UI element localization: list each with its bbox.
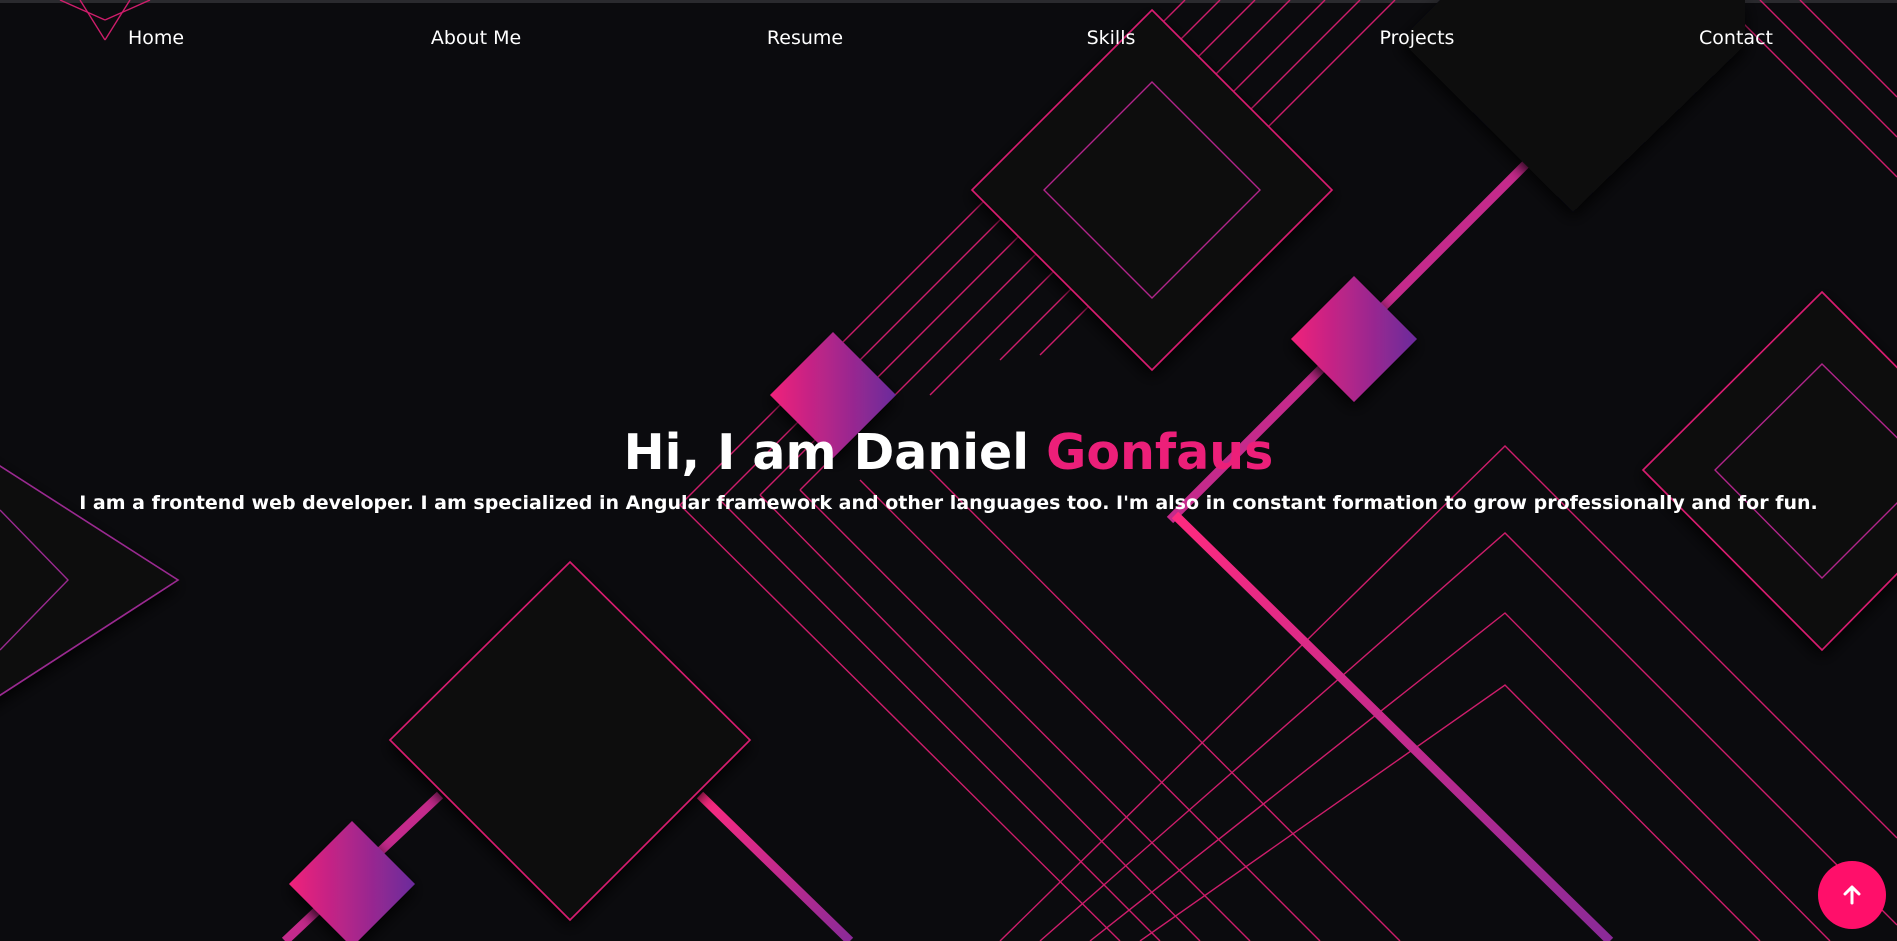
hero-title-accent: Gonfaus [1046,424,1274,481]
scroll-to-top-button[interactable] [1818,861,1886,929]
nav-skills-link[interactable]: Skills [1087,20,1136,56]
nav-contact-link[interactable]: Contact [1699,20,1773,56]
hero-subtitle: I am a frontend web developer. I am spec… [79,492,1818,514]
arrow-up-icon [1841,884,1863,906]
hero-title-prefix: Hi, I am Daniel [623,424,1047,481]
hero-title: Hi, I am Daniel Gonfaus [0,418,1897,488]
nav-resume-link[interactable]: Resume [767,20,843,56]
nav-projects-link[interactable]: Projects [1380,20,1455,56]
nav-home-link[interactable]: Home [128,20,184,56]
main-navigation: Home About Me Resume Skills Projects Con… [0,20,1897,56]
nav-about-me-link[interactable]: About Me [431,20,521,56]
